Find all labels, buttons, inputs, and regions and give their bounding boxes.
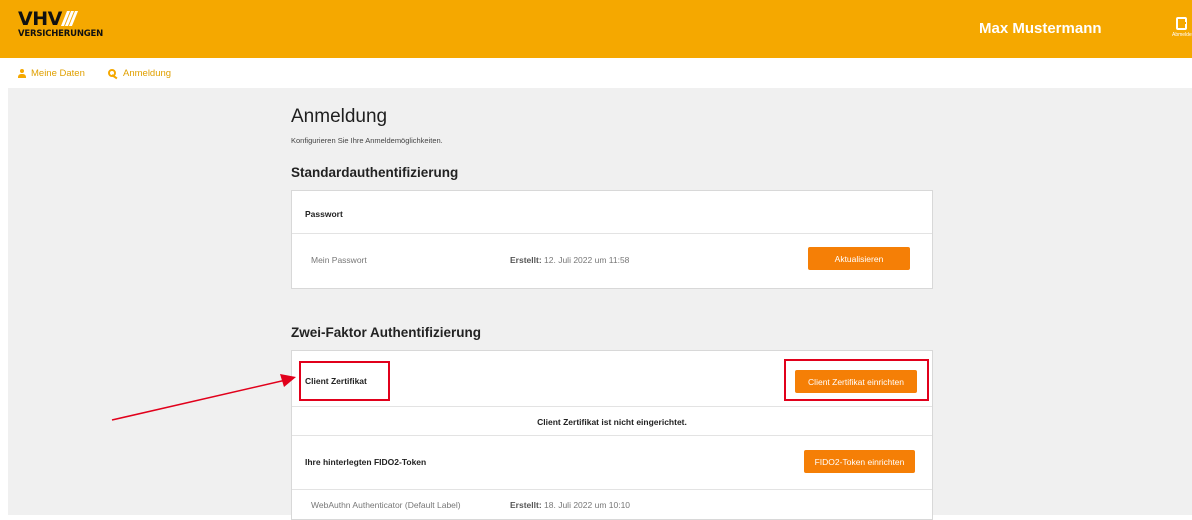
section-title-standard-auth: Standardauthentifizierung [291, 165, 459, 180]
token-created-value: 18. Juli 2022 um 10:10 [544, 500, 631, 510]
client-cert-status: Client Zertifikat ist nicht eingerichtet… [537, 417, 687, 427]
sub-navigation: Meine Daten Anmeldung [0, 58, 1192, 88]
token-label: WebAuthn Authenticator (Default Label) [311, 500, 461, 510]
password-created: Erstellt: 12. Juli 2022 um 11:58 [510, 255, 629, 265]
logout-label: Abmelden [1172, 32, 1192, 38]
highlight-box-client-cert-button [784, 359, 929, 401]
section-title-two-factor: Zwei-Faktor Authentifizierung [291, 325, 481, 340]
user-name[interactable]: Max Mustermann [979, 20, 1102, 37]
client-cert-status-row: Client Zertifikat ist nicht eingerichtet… [292, 407, 932, 436]
token-created-label: Erstellt: [510, 500, 542, 510]
key-icon [108, 69, 118, 78]
update-password-button[interactable]: Aktualisieren [808, 247, 910, 270]
subnav-item-label: Meine Daten [31, 68, 85, 79]
logo-subtext: VERSICHERUNGEN [18, 29, 104, 39]
setup-fido-token-button[interactable]: FIDO2-Token einrichten [804, 450, 915, 473]
created-value: 12. Juli 2022 um 11:58 [544, 255, 630, 265]
highlight-box-client-cert-title [299, 361, 390, 401]
created-label: Erstellt: [510, 255, 542, 265]
password-card-header: Passwort [292, 191, 932, 234]
logout-icon [1176, 17, 1187, 30]
subnav-item-meine-daten[interactable]: Meine Daten [18, 68, 85, 79]
subnav-item-anmeldung[interactable]: Anmeldung [108, 68, 171, 79]
password-row: Mein Passwort Erstellt: 12. Juli 2022 um… [292, 234, 932, 289]
fido-row: Ihre hinterlegten FIDO2-Token FIDO2-Toke… [292, 436, 932, 490]
logo-text: VHV [18, 8, 62, 30]
vhv-logo[interactable]: VHV VERSICHERUNGEN [18, 9, 103, 39]
logo-slashes-icon [60, 11, 78, 29]
page-title: Anmeldung [291, 106, 388, 127]
annotation-arrow-icon [111, 374, 296, 421]
password-label: Mein Passwort [311, 255, 367, 265]
fido-title: Ihre hinterlegten FIDO2-Token [305, 457, 427, 467]
fido-token-row: WebAuthn Authenticator (Default Label) E… [292, 490, 932, 520]
password-card-title: Passwort [305, 209, 343, 219]
top-header: VHV VERSICHERUNGEN Max Mustermann Abmeld… [0, 0, 1192, 58]
person-icon [18, 69, 26, 78]
logout-button[interactable]: Abmelden [1172, 17, 1192, 47]
subnav-item-label: Anmeldung [123, 68, 172, 79]
token-created: Erstellt: 18. Juli 2022 um 10:10 [510, 500, 630, 510]
page-subtitle: Konfigurieren Sie Ihre Anmeldemöglichkei… [291, 136, 443, 145]
password-card: Passwort Mein Passwort Erstellt: 12. Jul… [291, 190, 933, 289]
